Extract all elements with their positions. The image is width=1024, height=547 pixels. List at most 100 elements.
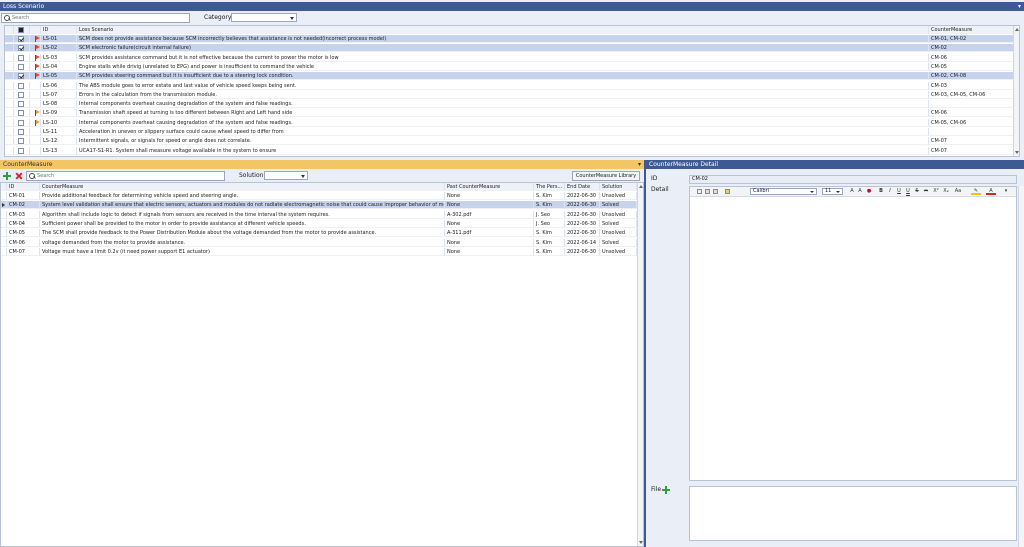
countermeasure-row[interactable]: CM-04 Sufficient power shall be provided … [1, 219, 637, 228]
countermeasure-row[interactable]: CM-02 System level validation shall ensur… [1, 201, 637, 210]
paste-icon[interactable] [697, 189, 702, 194]
loss-scenario-row[interactable]: LS-05 SCM provides steering command but i… [5, 72, 1015, 81]
font-size-value: 11 [825, 188, 832, 194]
delete-countermeasure-icon[interactable] [15, 172, 23, 180]
loss-scenario-row[interactable]: LS-06 The ABS module goes to error estat… [5, 81, 1015, 90]
flag-icon[interactable] [35, 54, 40, 61]
copy-icon[interactable] [713, 189, 718, 194]
toolbar-overflow-icon[interactable]: ▾ [1002, 188, 1010, 195]
header-end-date[interactable]: End Date [565, 183, 600, 191]
font-family-select[interactable]: Calibri [750, 188, 817, 195]
file-attachment-area[interactable] [689, 486, 1017, 541]
countermeasure-row[interactable]: CM-03 Algorithm shall include logic to de… [1, 210, 637, 219]
cm-search-input[interactable] [37, 172, 223, 180]
highlight-color-icon[interactable]: ✎ [971, 188, 981, 195]
italic-icon[interactable]: I [886, 188, 894, 195]
font-size-select[interactable]: 11 [822, 188, 843, 195]
cm-search-box[interactable] [26, 171, 225, 181]
loss-scenario-row[interactable]: LS-11 Acceleration in uneven or slippery… [5, 128, 1015, 136]
format-painter-icon[interactable] [725, 189, 730, 194]
category-dropdown[interactable] [231, 13, 297, 22]
countermeasure-row[interactable]: CM-05 The SCM shall provide feedback to t… [1, 229, 637, 238]
header-countermeasure[interactable]: CounterMeasure [929, 26, 1015, 34]
row-checkbox[interactable] [18, 119, 24, 126]
loss-scenario-row[interactable]: LS-02 SCM electronic failure(circuit inte… [5, 44, 1015, 53]
row-checkbox[interactable] [18, 54, 24, 61]
cm-grid-scrollbar[interactable] [637, 183, 643, 546]
header-cm-text[interactable]: CounterMeasure [40, 183, 445, 191]
panel-splitter[interactable] [644, 160, 646, 547]
loss-scenario-row[interactable]: LS-01 SCM does not provide assistance bec… [5, 35, 1015, 43]
loss-scenario-row[interactable]: LS-13 UCA17-S1-R1. System shall measure v… [5, 146, 1015, 155]
loss-grid-scrollbar[interactable] [1013, 26, 1019, 156]
double-strikethrough-icon[interactable]: ≍ [922, 188, 930, 195]
underline-icon[interactable]: U [895, 188, 903, 195]
shrink-font-icon[interactable]: A [856, 188, 864, 195]
loss-scenario-row[interactable]: LS-04 Engine stalls while drivig (unrelat… [5, 62, 1015, 71]
flag-icon[interactable] [35, 36, 40, 42]
add-countermeasure-icon[interactable] [3, 172, 11, 180]
bold-icon[interactable]: B [877, 188, 885, 195]
double-underline-icon[interactable]: U [904, 188, 912, 195]
row-checkbox[interactable] [18, 138, 24, 145]
scroll-up-icon[interactable] [639, 185, 643, 188]
detail-rich-text-editor[interactable]: Calibri 11 A A ● B I U U S ≍ X² X₂ Aa ✎ … [689, 186, 1017, 481]
scroll-down-icon[interactable] [1015, 151, 1019, 154]
cm-end-date-cell: 2022-06-30 [565, 210, 600, 219]
row-checkbox[interactable] [18, 73, 24, 80]
header-loss-scenario[interactable]: Loss Scenario [77, 26, 929, 34]
solution-dropdown[interactable] [264, 171, 308, 180]
flag-icon[interactable] [35, 110, 40, 117]
add-file-icon[interactable] [662, 486, 670, 494]
countermeasure-library-button[interactable]: CounterMeasure Library [572, 171, 640, 181]
row-checkbox[interactable] [18, 36, 24, 42]
scroll-up-icon[interactable] [1015, 28, 1019, 31]
font-color-icon[interactable]: A [986, 188, 996, 195]
row-checkbox[interactable] [18, 147, 24, 154]
header-solution[interactable]: Solution [600, 183, 637, 191]
countermeasure-row[interactable]: CM-01 Provide additional feedback for det… [1, 192, 637, 200]
header-select-all[interactable] [5, 26, 14, 34]
loss-id-cell: LS-13 [41, 146, 77, 155]
scroll-down-icon[interactable] [639, 541, 643, 544]
loss-scenario-row[interactable]: LS-07 Errors in the calculation from the… [5, 90, 1015, 99]
strikethrough-icon[interactable]: S [913, 188, 921, 195]
header-past-cm[interactable]: Past CounterMeasure [445, 183, 534, 191]
row-checkbox[interactable] [18, 91, 24, 98]
row-checkbox[interactable] [18, 82, 24, 89]
flag-icon[interactable] [35, 45, 40, 52]
clear-format-icon[interactable]: ● [865, 188, 873, 195]
header-id[interactable]: ID [41, 26, 77, 34]
detail-id-field[interactable]: CM-02 [689, 175, 1017, 184]
loss-scenario-cell: SCM electronic failure(circuit internal … [77, 44, 929, 53]
grow-font-icon[interactable]: A [848, 188, 856, 195]
change-case-icon[interactable]: Aa [952, 188, 964, 195]
loss-scenario-row[interactable]: LS-08 Internal components overheat causin… [5, 100, 1015, 109]
loss-search-input[interactable] [12, 14, 188, 22]
loss-scenario-row[interactable]: LS-10 Internal components overheat causi… [5, 118, 1015, 127]
superscript-icon[interactable]: X² [932, 188, 940, 195]
loss-scenario-row[interactable]: LS-12 Intermittent signals, or signals f… [5, 137, 1015, 146]
flag-icon[interactable] [35, 119, 40, 126]
row-checkbox[interactable] [18, 110, 24, 117]
countermeasure-row[interactable]: CM-06 voltage demanded from the motor to … [1, 238, 637, 247]
select-all-checkbox[interactable] [18, 27, 24, 33]
loss-search-box[interactable] [1, 13, 190, 23]
flag-icon[interactable] [35, 63, 40, 70]
row-checkbox[interactable] [18, 63, 24, 70]
loss-scenario-row[interactable]: LS-09 Transmission shaft speed at turning… [5, 109, 1015, 118]
loss-scenario-row[interactable]: LS-03 SCM provides assistance command but… [5, 53, 1015, 62]
pin-icon[interactable]: ▾ [1018, 2, 1021, 11]
cut-icon[interactable] [705, 189, 710, 194]
row-checkbox[interactable] [18, 101, 24, 108]
category-label: Category [204, 14, 232, 21]
header-cm-id[interactable]: ID [7, 183, 40, 191]
pin-icon[interactable]: ▾ [638, 160, 641, 169]
row-checkbox[interactable] [18, 129, 24, 135]
subscript-icon[interactable]: X₂ [942, 188, 950, 195]
countermeasure-row[interactable]: CM-07 Voltage must have a limit 0.2v (it … [1, 247, 637, 256]
detail-scrollbar[interactable] [1018, 186, 1024, 547]
flag-icon[interactable] [35, 73, 40, 80]
header-person[interactable]: The Pers... [534, 183, 565, 191]
row-checkbox[interactable] [18, 45, 24, 52]
